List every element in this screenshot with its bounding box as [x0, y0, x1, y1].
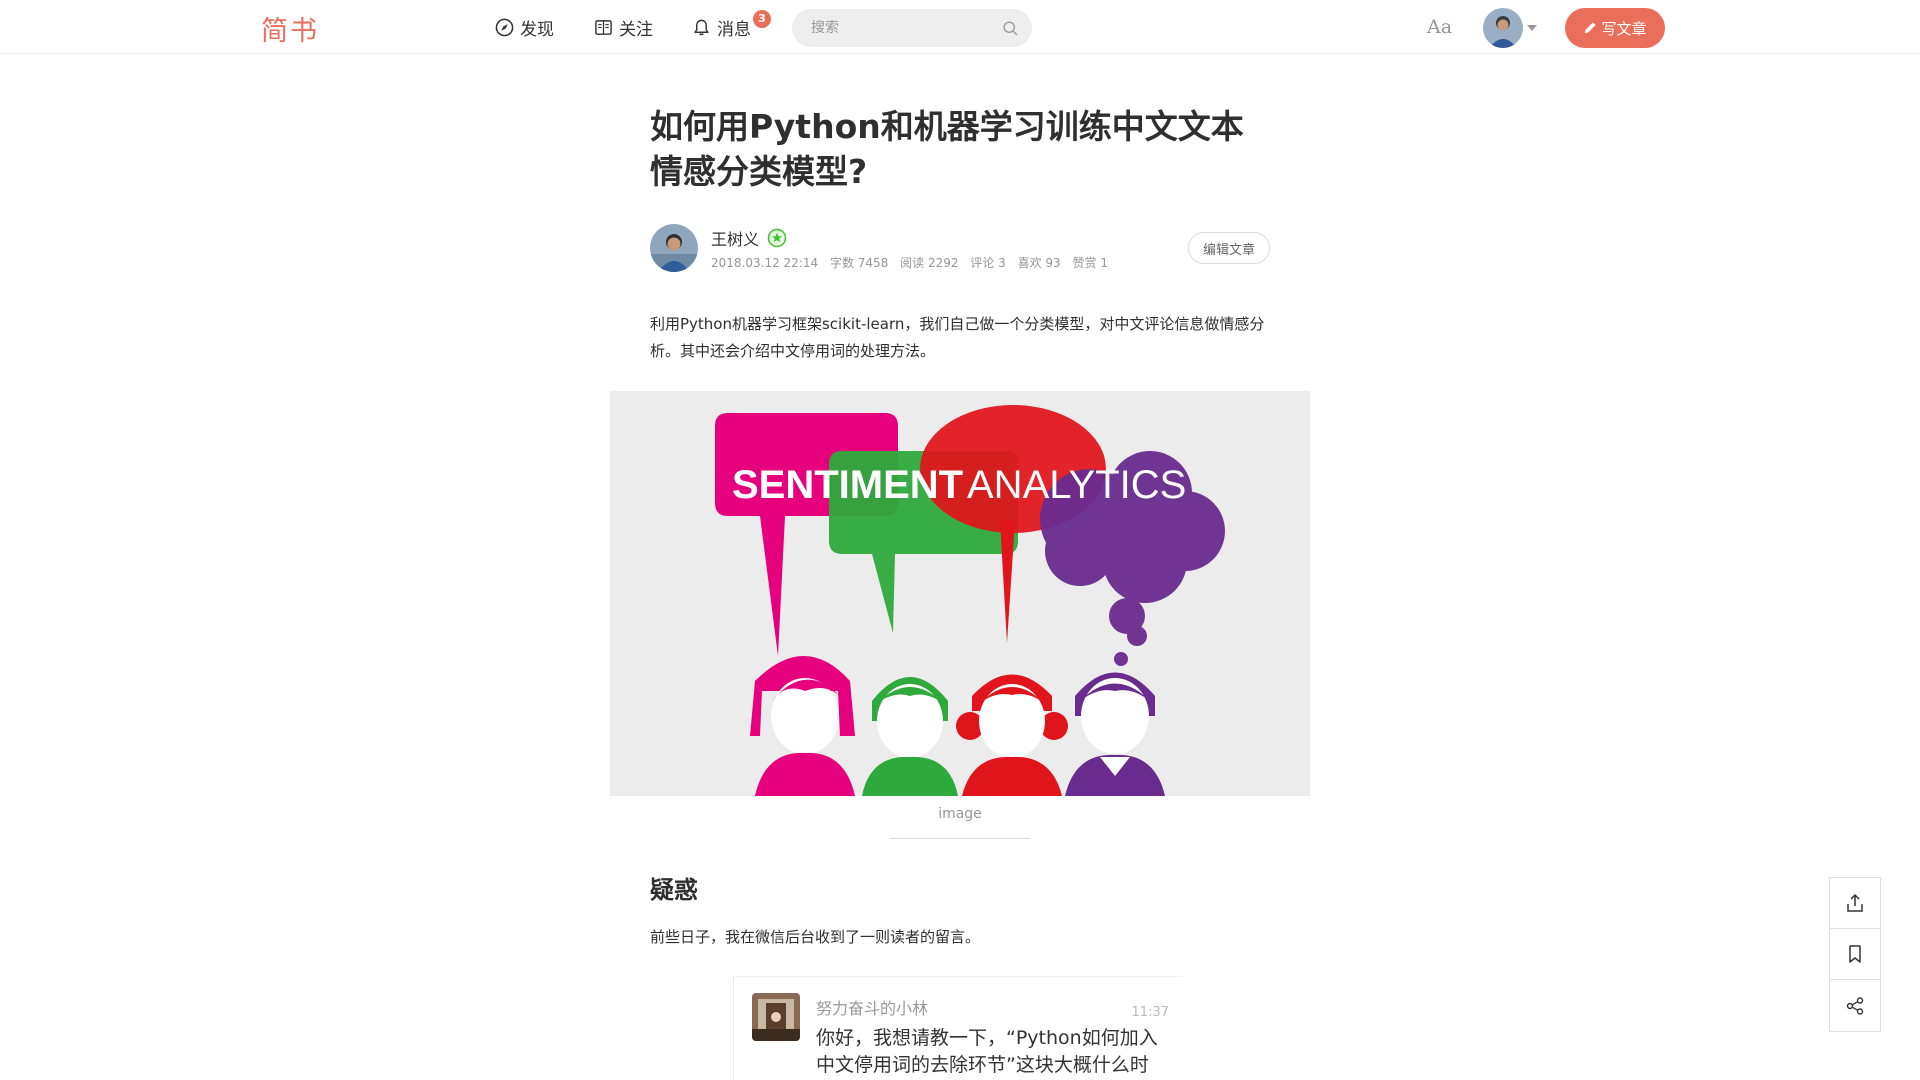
notification-badge: 3: [753, 10, 771, 28]
nav-discover-label: 发现: [520, 19, 554, 40]
top-navbar: 简书 发现 关注 消息 3 Aa 写文章: [0, 0, 1920, 54]
user-avatar[interactable]: [1483, 8, 1523, 48]
image-headline-bold: SENTIMENT: [732, 463, 963, 507]
share-upload-icon: [1847, 893, 1863, 912]
search-box: [792, 9, 1032, 47]
image-headline-light: ANALYTICS: [967, 463, 1186, 507]
search-input[interactable]: [811, 18, 991, 38]
reader-message: 你好，我想请教一下，“Python如何加入中文停用词的去除环节”这块大概什么时: [816, 1027, 1158, 1076]
share-upload-button[interactable]: [1830, 878, 1880, 929]
bookmark-button[interactable]: [1830, 929, 1880, 980]
image-caption: image: [938, 806, 982, 822]
section-heading: 疑惑: [650, 876, 698, 904]
bookmark-icon: [1849, 945, 1861, 963]
share-nodes-icon: [1846, 996, 1864, 1015]
bell-icon: [694, 19, 709, 35]
site-logo[interactable]: 简书: [261, 9, 319, 48]
pen-icon: [1585, 22, 1597, 34]
book-icon: [595, 19, 612, 35]
nav-follow-label: 关注: [619, 19, 653, 40]
side-toolbar: [1829, 877, 1881, 1032]
compass-icon: [495, 18, 514, 36]
word-count: 字数 7458: [829, 256, 889, 270]
publish-date: 2018.03.12 22:14: [711, 256, 819, 270]
sentiment-analytics-image: SENTIMENT ANALYTICS: [610, 391, 1310, 796]
article-title: 如何用Python和机器学习训练中文文本情感分类模型?: [650, 107, 1244, 191]
like-count: 喜欢 93: [1017, 256, 1061, 270]
nav-messages[interactable]: 消息: [692, 15, 751, 40]
share-button[interactable]: [1830, 980, 1880, 1031]
author-name[interactable]: 王树义: [711, 226, 759, 250]
article-intro: 利用Python机器学习框架scikit-learn，我们自己做一个分类模型，对…: [650, 315, 1265, 360]
article-meta: 2018.03.12 22:14 字数 7458 阅读 2292 评论 3 喜欢…: [711, 254, 1116, 271]
author-avatar[interactable]: [650, 224, 698, 272]
nav-discover[interactable]: 发现: [495, 15, 554, 40]
reader-message-screenshot: 努力奋斗的小林 11:37 你好，我想请教一下，“Python如何加入中文停用词…: [733, 976, 1183, 1080]
chevron-down-icon[interactable]: [1527, 25, 1537, 31]
search-icon[interactable]: [1002, 20, 1019, 37]
message-time: 11:37: [1131, 1005, 1169, 1020]
reader-avatar: [752, 993, 800, 1041]
comment-count: 评论 3: [970, 256, 1006, 270]
verified-star-icon: [767, 228, 787, 248]
nav-messages-label: 消息: [717, 19, 751, 40]
write-article-label: 写文章: [1601, 19, 1647, 38]
reward-count: 赞赏 1: [1072, 256, 1108, 270]
section-paragraph: 前些日子，我在微信后台收到了一则读者的留言。: [650, 928, 981, 946]
people-illustration: [750, 656, 1165, 796]
nav-follow[interactable]: 关注: [594, 15, 653, 40]
font-settings-toggle[interactable]: Aa: [1427, 16, 1452, 38]
write-article-button[interactable]: 写文章: [1565, 8, 1665, 48]
reader-name: 努力奋斗的小林: [816, 999, 929, 1018]
read-count: 阅读 2292: [900, 256, 959, 270]
edit-article-button[interactable]: 编辑文章: [1188, 232, 1270, 264]
caption-divider: [890, 838, 1030, 839]
